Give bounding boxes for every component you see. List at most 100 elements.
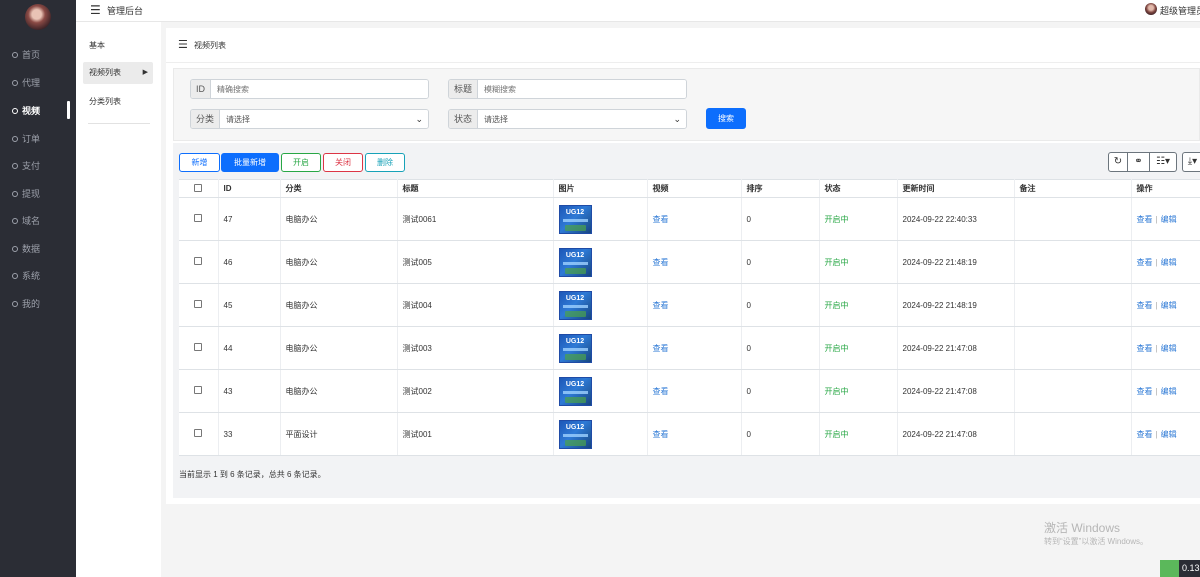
app-title: 管理后台 [107, 6, 144, 16]
view-video-link[interactable]: 查看 [653, 258, 669, 267]
delete-button[interactable]: 删除 [365, 153, 405, 172]
table-row: 33 平面设计 测试001 UG12 查看 0 开启中 2024-09-22 21:47:08… [179, 412, 1200, 456]
title-label: 标题 [449, 80, 479, 98]
user-avatar[interactable] [1145, 3, 1157, 15]
view-video-link[interactable]: 查看 [653, 344, 669, 353]
sidebar-item[interactable]: 我的 [0, 297, 76, 311]
view-video-link[interactable]: 查看 [653, 301, 669, 310]
separator: | [1155, 429, 1158, 439]
thumbnail-image[interactable]: UG12 [558, 247, 592, 277]
sidebar-item[interactable]: 域名 [0, 214, 76, 228]
edit-link[interactable]: 编辑 [1161, 215, 1177, 224]
logo-avatar[interactable] [25, 4, 51, 30]
refresh-icon[interactable]: ↻ [1108, 152, 1128, 172]
thumbnail-image[interactable]: UG12 [558, 376, 592, 406]
row-checkbox[interactable] [194, 386, 203, 394]
thumbnail-image[interactable]: UG12 [558, 290, 592, 320]
search-button[interactable]: 搜索 [706, 108, 746, 129]
sort-cell: 0 [741, 240, 820, 284]
sidebar-item[interactable]: 代理 [0, 76, 76, 90]
view-video-link[interactable]: 查看 [653, 387, 669, 396]
column-header[interactable]: 图片 [553, 179, 648, 198]
status-badge[interactable]: 开启中 [825, 387, 849, 396]
edit-link[interactable]: 编辑 [1161, 258, 1177, 267]
status-select[interactable]: 请选择 [478, 110, 686, 128]
sidebar-item[interactable]: 订单 [0, 132, 76, 146]
status-label: 状态 [449, 110, 479, 128]
table-row: 43 电脑办公 测试002 UG12 查看 0 开启中 2024-09-22 21:47:08… [179, 369, 1200, 413]
row-checkbox[interactable] [194, 429, 203, 437]
status-badge[interactable]: 开启中 [825, 258, 849, 267]
column-header[interactable]: ID [218, 179, 281, 198]
thumbnail-image[interactable]: UG12 [558, 333, 592, 363]
row-checkbox[interactable] [194, 214, 203, 222]
column-header[interactable]: 状态 [819, 179, 898, 198]
column-header[interactable]: 视频 [647, 179, 742, 198]
circle-icon [12, 52, 18, 58]
column-header[interactable]: 更新时间 [897, 179, 1015, 198]
close-button[interactable]: 关闭 [323, 153, 363, 172]
sidebar-item[interactable]: 视频 [0, 101, 76, 119]
thumbnail-image[interactable]: UG12 [558, 419, 592, 449]
add-button[interactable]: 新增 [179, 153, 220, 172]
columns-icon[interactable]: ☷▾ [1150, 152, 1177, 172]
view-video-link[interactable]: 查看 [653, 215, 669, 224]
subnav-item-category-list[interactable]: 分类列表 [83, 91, 153, 113]
sidebar-item[interactable]: 提现 [0, 187, 76, 201]
sidebar-item[interactable]: 系统 [0, 269, 76, 283]
column-header[interactable]: 分类 [280, 179, 398, 198]
view-link[interactable]: 查看 [1137, 344, 1153, 353]
actions-cell: 查看 | 编辑 [1131, 412, 1200, 456]
status-badge[interactable]: 开启中 [825, 301, 849, 310]
circle-icon [12, 191, 18, 197]
row-checkbox[interactable] [194, 300, 203, 308]
thumbnail-stripe [562, 390, 588, 394]
image-cell: UG12 [553, 197, 648, 241]
title-search-input[interactable] [478, 80, 686, 98]
edit-link[interactable]: 编辑 [1161, 301, 1177, 310]
status-badge[interactable]: 开启中 [825, 215, 849, 224]
open-button[interactable]: 开启 [281, 153, 321, 172]
chevron-down-icon: ⌄ [673, 114, 681, 124]
thumbnail-stripe [562, 433, 588, 437]
subnav-item-basic[interactable]: 基本 [83, 35, 153, 57]
status-badge[interactable]: 开启中 [825, 344, 849, 353]
sidebar-item-label: 支付 [22, 161, 41, 171]
view-link[interactable]: 查看 [1137, 430, 1153, 439]
user-name[interactable]: 超级管理员 [1160, 4, 1200, 17]
view-video-link[interactable]: 查看 [653, 430, 669, 439]
row-checkbox[interactable] [194, 343, 203, 351]
toggle-view-icon[interactable]: ⚭ [1128, 152, 1150, 172]
column-header[interactable]: 操作 [1131, 179, 1200, 198]
row-checkbox[interactable] [194, 257, 203, 265]
video-cell: 查看 [647, 240, 742, 284]
edit-link[interactable]: 编辑 [1161, 344, 1177, 353]
column-header[interactable]: 标题 [397, 179, 554, 198]
id-search-input[interactable] [211, 80, 428, 98]
menu-toggle-icon[interactable]: ☰ [90, 3, 101, 17]
category-label: 分类 [191, 110, 221, 128]
view-link[interactable]: 查看 [1137, 258, 1153, 267]
status-cell: 开启中 [819, 326, 898, 370]
sidebar-item[interactable]: 支付 [0, 159, 76, 173]
column-header[interactable]: 备注 [1014, 179, 1132, 198]
batch-add-button[interactable]: 批量新增 [221, 153, 279, 172]
category-select[interactable]: 请选择 [220, 110, 428, 128]
select-all-checkbox[interactable] [194, 183, 203, 192]
sidebar-item[interactable]: 数据 [0, 242, 76, 256]
edit-link[interactable]: 编辑 [1161, 430, 1177, 439]
edit-link[interactable]: 编辑 [1161, 387, 1177, 396]
id-cell: 44 [218, 326, 281, 370]
view-link[interactable]: 查看 [1137, 215, 1153, 224]
sort-cell: 0 [741, 197, 820, 241]
sidebar-item[interactable]: 首页 [0, 48, 76, 62]
view-link[interactable]: 查看 [1137, 301, 1153, 310]
image-cell: UG12 [553, 283, 648, 327]
export-icon[interactable]: ⤓▾ [1182, 152, 1200, 172]
thumbnail-stripe [562, 304, 588, 308]
subnav-item-video-list[interactable]: 视频列表 ▶ [83, 62, 153, 84]
thumbnail-image[interactable]: UG12 [558, 204, 592, 234]
view-link[interactable]: 查看 [1137, 387, 1153, 396]
status-badge[interactable]: 开启中 [825, 430, 849, 439]
column-header[interactable]: 排序 [741, 179, 820, 198]
